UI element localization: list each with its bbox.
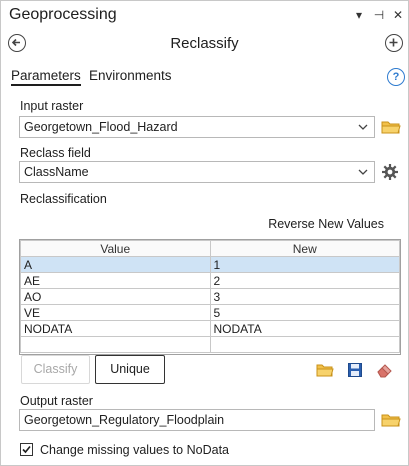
cell-value[interactable]: AE [20,272,211,289]
unique-button[interactable]: Unique [95,355,165,384]
browse-folder-icon[interactable] [381,119,401,135]
cell-value[interactable]: AO [20,288,211,305]
cell-new[interactable]: 5 [209,304,400,321]
tab-parameters[interactable]: Parameters [11,68,81,86]
reclass-field-dropdown[interactable]: ClassName [19,161,375,183]
cell-value[interactable]: NODATA [20,320,211,337]
missing-nodata-checkbox[interactable] [20,443,33,456]
pane-options-icon[interactable]: ▾ [351,7,367,23]
cell-new[interactable]: 3 [209,288,400,305]
cell-value[interactable]: A [20,256,211,273]
chevron-down-icon [358,124,368,130]
output-raster-input[interactable]: Georgetown_Regulatory_Floodplain [19,409,375,431]
checkmark-icon [22,445,31,454]
load-folder-icon[interactable] [316,362,334,378]
table-row[interactable]: A 1 [20,256,400,273]
cell-new[interactable] [209,336,400,353]
gear-icon[interactable] [381,163,399,181]
classify-button[interactable]: Classify [21,355,90,384]
reclass-field-value: ClassName [24,165,89,179]
input-raster-value: Georgetown_Flood_Hazard [24,120,178,134]
cell-new[interactable]: NODATA [209,320,400,337]
table-row[interactable]: NODATA NODATA [20,320,400,337]
browse-folder-icon[interactable] [381,412,401,428]
table-row[interactable]: AO 3 [20,288,400,305]
tab-strip: Parameters Environments ? [1,65,408,89]
input-raster-label: Input raster [20,99,84,113]
column-header-new[interactable]: New [209,240,400,257]
save-icon[interactable] [346,362,364,378]
pane-title: Geoprocessing [9,6,117,23]
input-raster-dropdown[interactable]: Georgetown_Flood_Hazard [19,116,375,138]
cell-new[interactable]: 1 [209,256,400,273]
tool-header: Reclassify [1,31,408,59]
help-icon[interactable]: ? [387,68,405,86]
chevron-down-icon [358,169,368,175]
table-row[interactable]: VE 5 [20,304,400,321]
tool-title: Reclassify [170,35,239,52]
close-icon[interactable]: ✕ [390,7,406,23]
output-raster-value: Georgetown_Regulatory_Floodplain [24,413,225,427]
eraser-icon[interactable] [376,362,394,378]
table-row-empty[interactable] [20,336,400,353]
add-icon[interactable] [385,34,403,52]
table-row[interactable]: AE 2 [20,272,400,289]
table-header-row: Value New [20,240,400,257]
cell-value[interactable]: VE [20,304,211,321]
pane-titlebar: Geoprocessing ▾ ⊣ ✕ [1,1,408,31]
reclassification-label: Reclassification [20,192,107,206]
cell-new[interactable]: 2 [209,272,400,289]
tab-environments[interactable]: Environments [89,68,172,83]
pin-icon[interactable]: ⊣ [371,7,387,23]
reclassification-table: Value New A 1 AE 2 AO 3 VE 5 NODATA NODA… [19,239,401,355]
reverse-new-values-button[interactable]: Reverse New Values [268,217,384,231]
reclass-field-label: Reclass field [20,146,91,160]
cell-value[interactable] [20,336,211,353]
column-header-value[interactable]: Value [20,240,211,257]
missing-nodata-label: Change missing values to NoData [40,443,229,457]
output-raster-label: Output raster [20,394,93,408]
